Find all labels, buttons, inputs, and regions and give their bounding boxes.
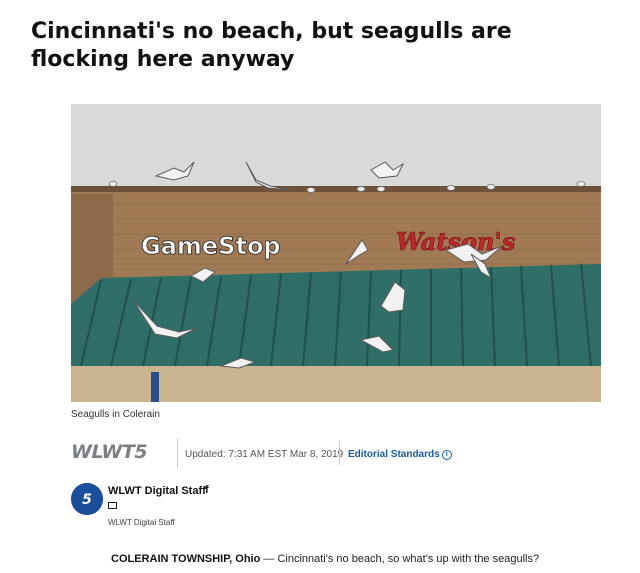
facebook-icon[interactable]: f — [205, 484, 209, 496]
editorial-label: Editorial Standards — [348, 449, 440, 460]
updated-timestamp: Updated: 7:31 AM EST Mar 8, 2019 — [185, 449, 344, 460]
editorial-standards-link[interactable]: Editorial Standards i — [348, 449, 452, 460]
divider — [177, 438, 178, 468]
photo-caption: Seagulls in Colerain — [71, 409, 160, 420]
byline-row: WLWT5 Updated: 7:31 AM EST Mar 8, 2019 E… — [71, 438, 611, 470]
dateline: COLERAIN TOWNSHIP, Ohio — [111, 553, 261, 565]
mail-icon[interactable] — [108, 502, 117, 509]
author-name[interactable]: WLWT Digital Staff — [108, 485, 206, 497]
article-lede: COLERAIN TOWNSHIP, Ohio — Cincinnati's n… — [111, 553, 539, 565]
wlwt-logo[interactable]: WLWT5 — [71, 441, 148, 463]
logo-number: 5 — [134, 441, 148, 463]
article-photo[interactable]: GameStop Watson's — [71, 104, 601, 402]
author-avatar[interactable]: 5 — [71, 483, 103, 515]
author-subtitle: WLWT Digital Staff — [108, 518, 175, 527]
divider — [339, 441, 340, 465]
lede-text: Cincinnati's no beach, so what's up with… — [277, 553, 540, 565]
svg-text:5: 5 — [82, 492, 92, 508]
article-headline: Cincinnati's no beach, but seagulls are … — [31, 19, 512, 72]
logo-text: WLWT — [71, 441, 135, 463]
gamestop-sign: GameStop — [141, 232, 281, 260]
dateline-dash: — — [260, 553, 278, 565]
info-icon: i — [441, 450, 452, 460]
